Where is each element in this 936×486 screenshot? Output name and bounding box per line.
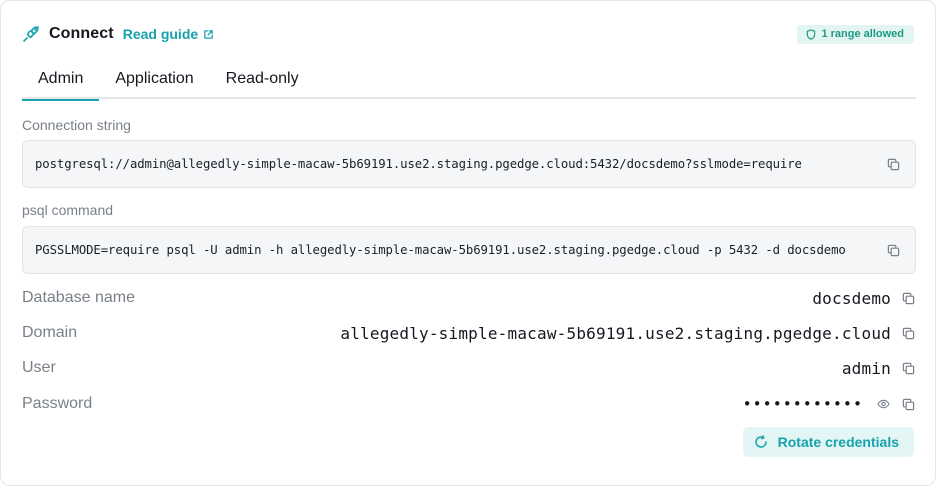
copy-icon[interactable] bbox=[885, 156, 901, 172]
connection-string-value[interactable]: postgresql://admin@allegedly-simple-maca… bbox=[35, 157, 873, 171]
database-name-value: docsdemo bbox=[812, 288, 891, 308]
password-row: Password •••••••••••• bbox=[22, 391, 916, 417]
connection-string-box: postgresql://admin@allegedly-simple-maca… bbox=[22, 140, 916, 188]
rotate-credentials-label: Rotate credentials bbox=[777, 434, 899, 450]
database-name-label: Database name bbox=[22, 289, 135, 306]
rotate-credentials-button[interactable]: Rotate credentials bbox=[742, 427, 914, 457]
domain-row: Domain allegedly-simple-macaw-5b69191.us… bbox=[22, 320, 916, 346]
plug-icon bbox=[22, 25, 40, 43]
user-label: User bbox=[22, 359, 56, 376]
password-label: Password bbox=[22, 395, 93, 412]
psql-command-label: psql command bbox=[22, 202, 114, 218]
card-title: Connect bbox=[49, 25, 114, 42]
connection-string-label: Connection string bbox=[22, 117, 131, 133]
card-header: Connect Read guide 1 range allowed bbox=[22, 21, 914, 47]
read-guide-link[interactable]: Read guide bbox=[123, 26, 214, 42]
tab-admin[interactable]: Admin bbox=[22, 62, 100, 101]
tab-read-only[interactable]: Read-only bbox=[210, 62, 315, 99]
eye-icon[interactable] bbox=[875, 396, 891, 412]
refresh-icon bbox=[754, 435, 768, 449]
badge-label: 1 range allowed bbox=[821, 28, 904, 40]
role-tabs: Admin Application Read-only bbox=[22, 62, 916, 101]
domain-label: Domain bbox=[22, 324, 78, 341]
user-row: User admin bbox=[22, 355, 916, 381]
copy-icon[interactable] bbox=[900, 325, 916, 341]
psql-command-box: PGSSLMODE=require psql -U admin -h alleg… bbox=[22, 226, 916, 274]
connect-card: Connect Read guide 1 range allowed Admin… bbox=[0, 0, 936, 486]
database-name-row: Database name docsdemo bbox=[22, 285, 916, 311]
password-value: •••••••••••• bbox=[742, 395, 863, 413]
user-value: admin bbox=[841, 358, 891, 378]
copy-icon[interactable] bbox=[900, 360, 916, 376]
psql-command-value[interactable]: PGSSLMODE=require psql -U admin -h alleg… bbox=[35, 243, 873, 257]
ip-range-badge[interactable]: 1 range allowed bbox=[797, 24, 914, 44]
external-link-icon bbox=[203, 29, 214, 40]
shield-icon bbox=[806, 28, 816, 40]
copy-icon[interactable] bbox=[885, 242, 901, 258]
tab-application[interactable]: Application bbox=[99, 62, 209, 99]
copy-icon[interactable] bbox=[900, 396, 916, 412]
domain-value: allegedly-simple-macaw-5b69191.use2.stag… bbox=[340, 323, 891, 343]
read-guide-label: Read guide bbox=[122, 26, 199, 42]
copy-icon[interactable] bbox=[900, 290, 916, 306]
